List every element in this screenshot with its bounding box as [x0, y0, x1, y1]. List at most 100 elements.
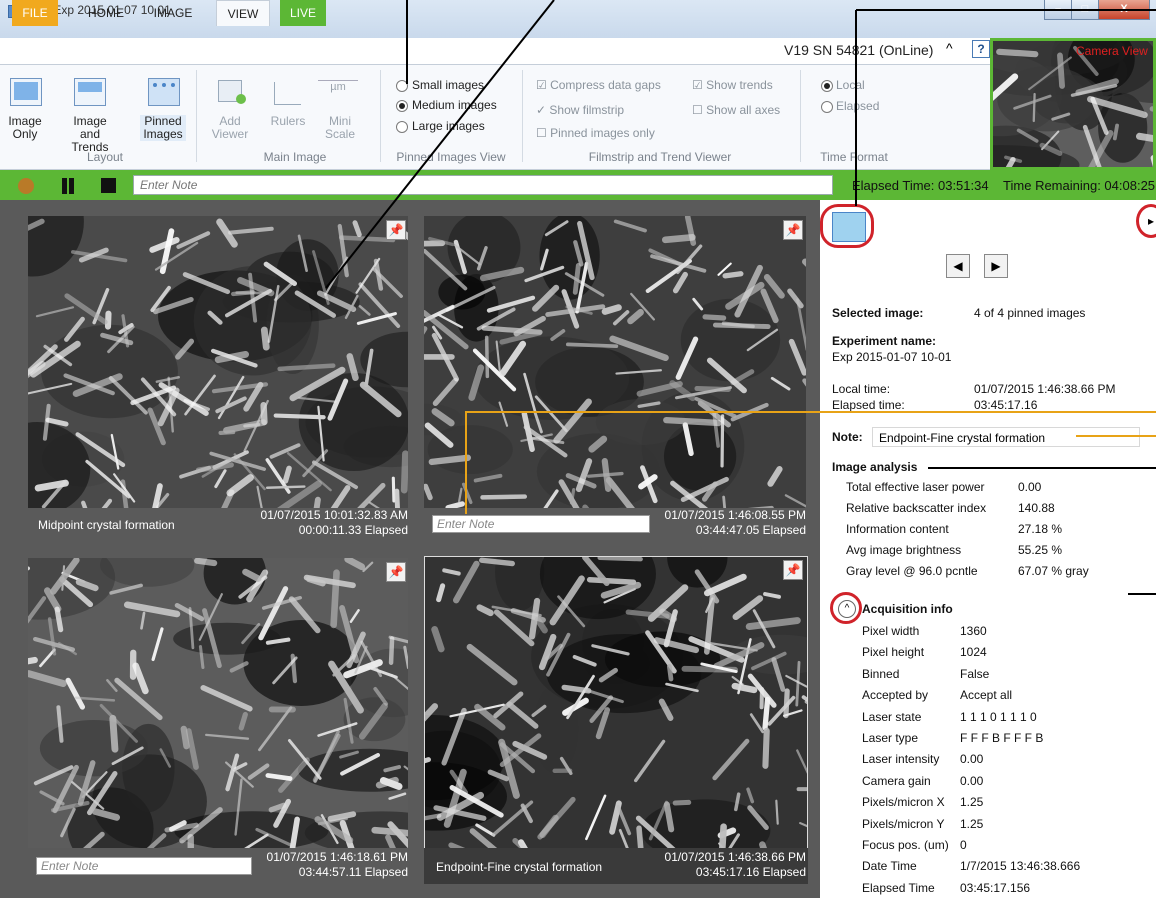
show-filmstrip-checkbox[interactable]: ✓ Show filmstrip — [536, 103, 624, 117]
crystal-image — [28, 216, 408, 508]
maximize-button[interactable]: □ — [1071, 0, 1099, 20]
medium-images-radio[interactable] — [396, 100, 408, 112]
image-trends-button[interactable]: Image andTrends — [62, 115, 118, 154]
pause-button[interactable] — [60, 178, 76, 194]
pinned-image-3[interactable] — [28, 558, 408, 848]
info-row: Elapsed Time03:45:17.156 — [862, 881, 1152, 902]
info-key: Pixels/micron X — [862, 795, 945, 809]
info-row: Avg image brightness55.25 % — [846, 543, 1146, 564]
unpin-icon[interactable]: 📌 — [783, 220, 803, 240]
image-trends-icon — [74, 78, 106, 106]
plus-icon — [236, 94, 246, 104]
compress-gaps-checkbox[interactable]: ☑ Compress data gaps — [536, 78, 661, 92]
image-caption: Midpoint crystal formation — [38, 518, 175, 532]
info-value: 55.25 % — [1018, 543, 1062, 557]
info-key: Information content — [846, 522, 949, 536]
info-row: Information content 27.18 % — [846, 522, 1146, 543]
info-value: 67.07 % gray — [1018, 564, 1089, 578]
info-row: BinnedFalse — [862, 667, 1152, 688]
info-key: Pixels/micron Y — [862, 817, 944, 831]
collapse-ribbon-icon[interactable]: ^ — [946, 40, 953, 56]
mini-scale-button[interactable]: MiniScale — [318, 115, 362, 141]
rulers-button[interactable]: Rulers — [266, 115, 310, 128]
note-input[interactable]: Enter Note — [133, 175, 833, 195]
tab-image[interactable]: IMAGE — [140, 0, 206, 26]
large-images-radio[interactable] — [396, 121, 408, 133]
large-images-label: Large images — [412, 119, 485, 133]
compress-gaps-label: Compress data gaps — [550, 78, 661, 92]
small-images-label: Small images — [412, 78, 484, 92]
tab-file[interactable]: FILE — [12, 0, 58, 26]
pinned-image-4[interactable] — [424, 556, 808, 850]
info-key: Focus pos. (um) — [862, 838, 949, 852]
callout-circle — [820, 204, 874, 248]
note-field[interactable]: Endpoint-Fine crystal formation — [872, 427, 1140, 447]
pinned-image-1[interactable] — [28, 216, 408, 508]
info-value: 1 1 1 0 1 1 1 0 — [960, 710, 1037, 724]
info-row: Pixels/micron X1.25 — [862, 795, 1152, 816]
selected-image-value: 4 of 4 pinned images — [974, 306, 1085, 320]
record-button[interactable] — [18, 178, 34, 194]
group-pinned-view-label: Pinned Images View — [388, 150, 514, 164]
local-time-radio[interactable] — [821, 80, 833, 92]
show-all-axes-checkbox[interactable]: ☐ Show all axes — [692, 103, 780, 117]
info-value: 140.88 — [1018, 501, 1055, 515]
image-caption: Endpoint-Fine crystal formation — [436, 860, 602, 874]
medium-images-label: Medium images — [412, 98, 497, 112]
info-row: Laser typeF F F B F F F B — [862, 731, 1152, 752]
show-trends-label: Show trends — [706, 78, 773, 92]
info-row: Pixel height1024 — [862, 645, 1152, 666]
close-button[interactable]: X — [1098, 0, 1150, 20]
unpin-icon[interactable]: 📌 — [386, 220, 406, 240]
device-status: V19 SN 54821 (OnLine) — [784, 42, 933, 58]
info-key: Camera gain — [862, 774, 931, 788]
time-remaining: Time Remaining: 04:08:25 — [1003, 178, 1155, 193]
pinned-images-icon — [148, 78, 180, 106]
info-row: Total effective laser power0.00 — [846, 480, 1146, 501]
pinned-only-checkbox[interactable]: ☐ Pinned images only — [536, 126, 655, 140]
stop-button[interactable] — [101, 178, 116, 193]
collapse-section-icon[interactable]: ^ — [838, 600, 856, 618]
minimize-button[interactable]: – — [1044, 0, 1072, 20]
help-button[interactable]: ? — [972, 40, 990, 58]
group-main-image-label: Main Image — [240, 150, 350, 164]
show-filmstrip-label: Show filmstrip — [549, 103, 624, 117]
experiment-name-label: Experiment name: — [832, 334, 936, 348]
info-key: Elapsed Time — [862, 881, 935, 895]
info-value: 0.00 — [1018, 480, 1041, 494]
crystal-image — [425, 557, 807, 849]
info-key: Binned — [862, 667, 899, 681]
show-all-axes-label: Show all axes — [706, 103, 780, 117]
tab-view[interactable]: VIEW — [216, 0, 270, 26]
tab-home[interactable]: HOME — [76, 0, 136, 26]
image-only-button[interactable]: ImageOnly — [0, 115, 50, 141]
tab-live[interactable]: LIVE — [280, 0, 326, 26]
info-row: Focus pos. (um)0 — [862, 838, 1152, 859]
unpin-icon[interactable]: 📌 — [386, 562, 406, 582]
experiment-name-value: Exp 2015-01-07 10-01 — [832, 350, 951, 364]
show-trends-checkbox[interactable]: ☑ Show trends — [692, 78, 773, 92]
image-timestamp: 01/07/2015 1:46:08.55 PM03:44:47.05 Elap… — [600, 508, 806, 538]
local-time-value: 01/07/2015 1:46:38.66 PM — [974, 382, 1115, 396]
info-key: Laser type — [862, 731, 918, 745]
info-row: Camera gain0.00 — [862, 774, 1152, 795]
image-timestamp: 01/07/2015 1:46:18.61 PM03:44:57.11 Elap… — [200, 850, 408, 880]
elapsed-time: Elapsed Time: 03:51:34 — [852, 178, 989, 193]
unpin-icon[interactable]: 📌 — [783, 560, 803, 580]
next-image-button[interactable]: ▶ — [984, 254, 1008, 278]
pinned-image-2[interactable] — [424, 216, 806, 508]
elapsed-time-radio[interactable] — [821, 101, 833, 113]
small-images-radio[interactable] — [396, 80, 408, 92]
pinned-images-button[interactable]: PinnedImages — [140, 115, 186, 141]
previous-image-button[interactable]: ◀ — [946, 254, 970, 278]
time-info: Elapsed Time: 03:51:34 Time Remaining: 0… — [852, 178, 1155, 193]
info-key: Pixel height — [862, 645, 924, 659]
info-value: 27.18 % — [1018, 522, 1062, 536]
info-row: Laser intensity0.00 — [862, 752, 1152, 773]
info-key: Laser state — [862, 710, 921, 724]
info-key: Pixel width — [862, 624, 919, 638]
info-value: 0.00 — [960, 752, 983, 766]
info-row: Date Time1/7/2015 13:46:38.666 — [862, 859, 1152, 880]
add-viewer-button[interactable]: AddViewer — [208, 115, 252, 141]
group-filmstrip-label: Filmstrip and Trend Viewer — [560, 150, 760, 164]
